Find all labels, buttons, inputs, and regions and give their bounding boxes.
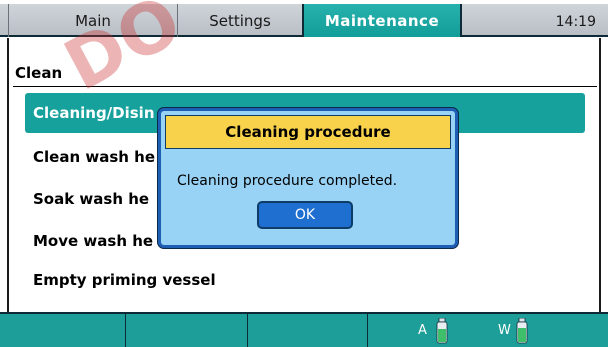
- softkey-bar: A W: [0, 312, 608, 347]
- dialog-message: Cleaning procedure completed.: [177, 173, 398, 189]
- softkey-3[interactable]: [248, 314, 368, 347]
- bottle-a-icon: [436, 318, 448, 344]
- menu-item-label: Cleaning/Disin: [33, 104, 155, 122]
- dialog-title: Cleaning procedure: [165, 115, 451, 149]
- tab-settings[interactable]: Settings: [180, 4, 300, 37]
- tab-bar: Main Settings Maintenance 14:19: [0, 0, 608, 38]
- reagent-w-label: W: [498, 323, 511, 338]
- menu-item-label: Empty priming vessel: [33, 271, 216, 289]
- cleaning-procedure-dialog: Cleaning procedure Cleaning procedure co…: [158, 108, 458, 248]
- tab-settings-label: Settings: [209, 11, 271, 30]
- tab-maintenance[interactable]: Maintenance: [302, 4, 462, 37]
- menu-item-label: Clean wash he: [33, 148, 156, 166]
- ok-button[interactable]: OK: [257, 201, 353, 229]
- tab-main-label: Main: [75, 11, 111, 30]
- bottle-w-icon: [516, 318, 528, 344]
- menu-item-label: Soak wash he: [33, 190, 150, 208]
- section-divider: [13, 86, 597, 87]
- menu-item-empty-priming-vessel[interactable]: Empty priming vessel: [25, 260, 585, 300]
- section-title: Clean: [15, 64, 63, 82]
- softkey-1[interactable]: [0, 314, 126, 347]
- menu-item-label: Move wash he: [33, 232, 154, 250]
- ok-button-label: OK: [294, 207, 316, 223]
- tab-main[interactable]: Main: [8, 4, 178, 37]
- reagent-a-label: A: [418, 323, 427, 338]
- tab-maintenance-label: Maintenance: [324, 11, 440, 30]
- clock: 14:19: [555, 14, 596, 30]
- softkey-2[interactable]: [126, 314, 248, 347]
